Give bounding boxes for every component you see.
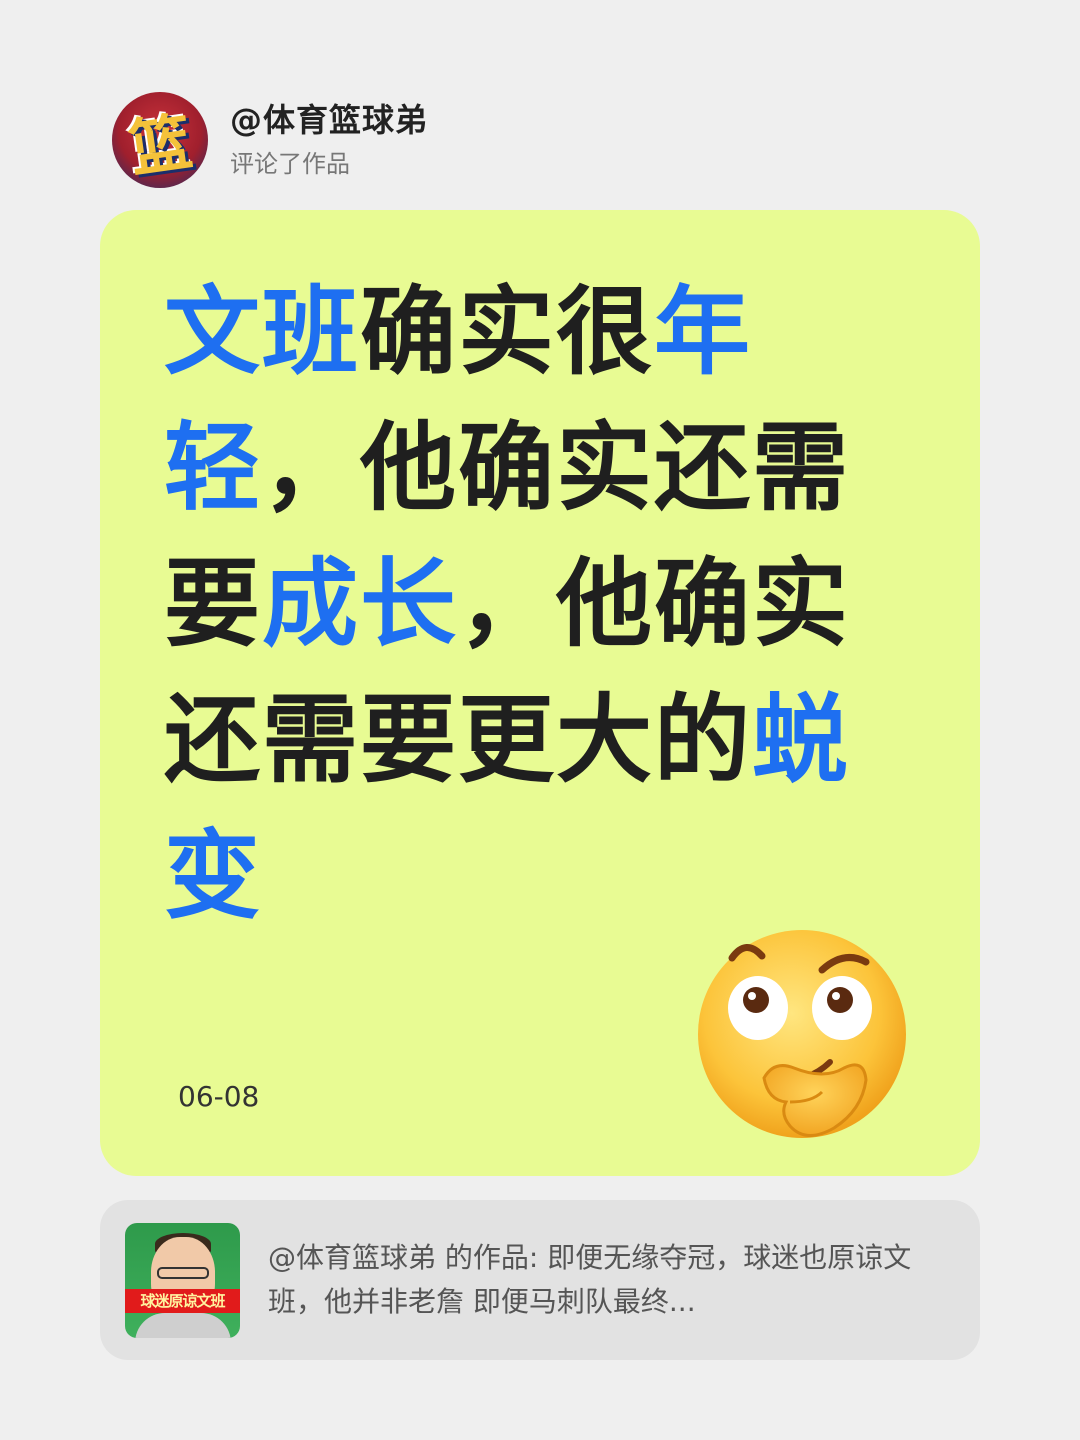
thinking-face-icon xyxy=(698,930,906,1138)
action-label: 评论了作品 xyxy=(230,150,350,178)
comment-segment: 成长 xyxy=(262,548,458,660)
avatar[interactable]: 篮 xyxy=(112,92,208,188)
comment-segment: 确实很 xyxy=(360,276,654,388)
work-description: @体育篮球弟 的作品: 即便无缘夺冠，球迷也原谅文班，他并非老詹 即便马刺队最终… xyxy=(268,1241,912,1318)
thumbnail-glasses xyxy=(157,1266,209,1279)
comment-text: 文班确实很年轻，他确实还需要成长，他确实还需要更大的蜕变 xyxy=(164,264,864,944)
comment-segment: 文班 xyxy=(164,276,360,388)
thumbnail-caption: 球迷原谅文班 xyxy=(125,1288,240,1313)
comment-header: 篮 @体育篮球弟 评论了作品 xyxy=(112,92,428,188)
comment-date: 06-08 xyxy=(178,1080,260,1113)
work-thumbnail[interactable]: 球迷原谅文班 xyxy=(125,1222,240,1338)
comment-card: 文班确实很年轻，他确实还需要成长，他确实还需要更大的蜕变 06-08 xyxy=(100,210,980,1176)
original-work-card[interactable]: 球迷原谅文班 @体育篮球弟 的作品: 即便无缘夺冠，球迷也原谅文班，他并非老詹 … xyxy=(100,1200,980,1360)
avatar-logo: 篮 xyxy=(124,104,197,186)
thumbnail-shirt xyxy=(135,1312,231,1338)
user-info: @体育篮球弟 评论了作品 xyxy=(230,98,428,182)
username[interactable]: @体育篮球弟 xyxy=(230,98,428,142)
